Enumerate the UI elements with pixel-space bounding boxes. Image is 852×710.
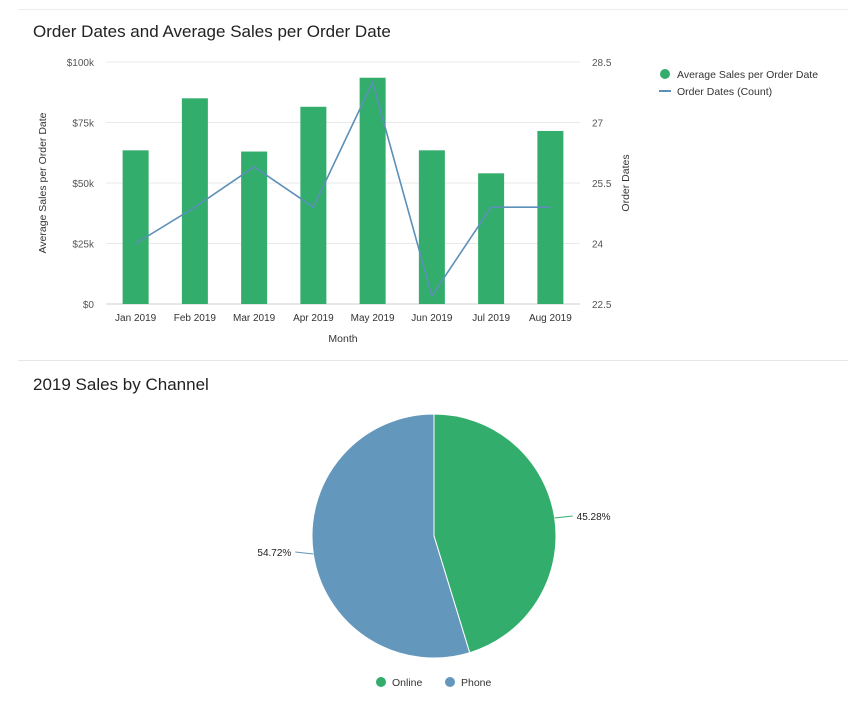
legend-label: Online [392, 677, 423, 689]
legend-label: Average Sales per Order Date [677, 69, 818, 81]
bar [359, 77, 386, 304]
x-tick-label: Jan 2019 [115, 313, 157, 324]
x-tick-label: Mar 2019 [233, 313, 276, 324]
x-tick-label: Feb 2019 [174, 313, 217, 324]
x-tick-label: Jun 2019 [411, 313, 453, 324]
legend-label: Order Dates (Count) [677, 86, 772, 98]
y-tick-label: $75k [72, 119, 95, 130]
legend-swatch [376, 677, 386, 687]
x-tick-label: Apr 2019 [293, 313, 334, 324]
combo-chart: $0 $25k $50k $75k $100k 22.5 24 25.5 27 28.5 Jan 2… [37, 58, 818, 345]
legend-swatch [445, 677, 455, 687]
bar [241, 151, 268, 304]
pie-chart: 45.28% 54.72% Online Phone [257, 413, 611, 689]
x-tick-label: Aug 2019 [529, 313, 572, 324]
y-tick-label: $0 [83, 300, 95, 311]
pie-chart-panel: 2019 Sales by Channel 45.28% 54.72% Online… [18, 360, 848, 706]
y2-tick-label: 25.5 [592, 179, 612, 190]
slice-connector [554, 515, 573, 519]
slice-label: 45.28% [577, 512, 611, 523]
y2-axis-title: Order Dates [620, 154, 632, 211]
y-tick-label: $100k [67, 58, 95, 69]
y-tick-label: $25k [72, 240, 95, 251]
bar [122, 150, 149, 304]
y2-tick-label: 27 [592, 119, 604, 130]
y2-tick-label: 24 [592, 240, 604, 251]
x-tick-label: May 2019 [351, 313, 395, 324]
bar [478, 173, 505, 304]
x-tick-label: Jul 2019 [472, 313, 510, 324]
y2-tick-label: 22.5 [592, 300, 612, 311]
combo-chart-panel: Order Dates and Average Sales per Order … [18, 9, 848, 360]
y-tick-label: $50k [72, 179, 95, 190]
slice-connector [295, 551, 314, 555]
slice-label: 54.72% [257, 548, 291, 559]
bar [537, 130, 564, 304]
x-axis-title: Month [328, 333, 357, 345]
legend-swatch [660, 69, 670, 79]
y2-tick-label: 28.5 [592, 58, 612, 69]
legend-label: Phone [461, 677, 492, 689]
y-axis-title: Average Sales per Order Date [37, 112, 49, 253]
